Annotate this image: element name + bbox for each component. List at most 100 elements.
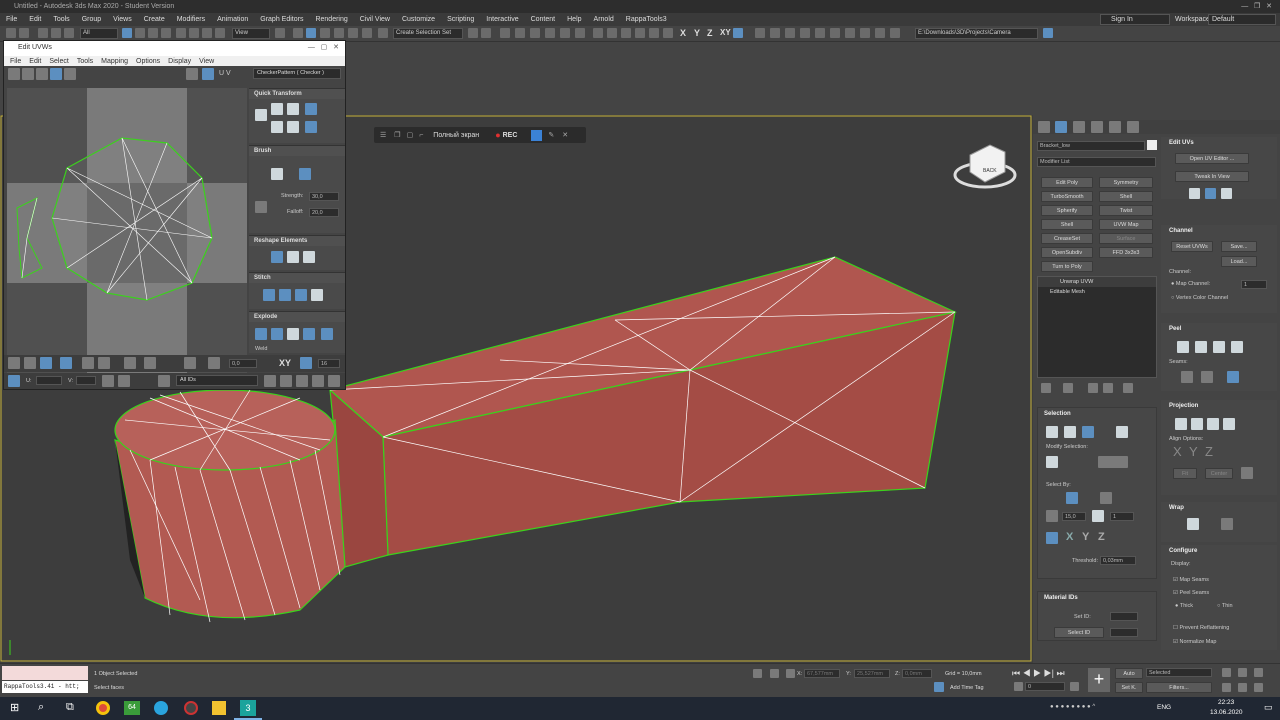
quick-transform-title[interactable]: Quick Transform [249,89,345,99]
unfold-strip-icon[interactable] [1221,518,1233,530]
reset-peel-icon[interactable] [1213,341,1225,353]
select-id-button[interactable]: Select ID [1054,627,1104,638]
graphite-icon-5[interactable] [815,28,825,38]
sel-edge-icon[interactable] [1064,426,1076,438]
menu-create[interactable]: Create [144,16,165,23]
map-channel-radio[interactable]: ● Map Channel: [1171,281,1210,287]
uv-menu-display[interactable]: Display [168,58,191,65]
mod-uvw-map[interactable]: UVW Map [1099,219,1153,230]
reset-uvws-button[interactable]: Reset UVWs [1171,241,1213,252]
relax-icon[interactable] [287,251,299,263]
curve-editor-icon[interactable] [545,28,555,38]
uv-menu-edit[interactable]: Edit [29,58,41,65]
z-coord[interactable]: 0,0mm [902,669,932,678]
viewcube-icon[interactable] [969,144,1006,183]
uv-menu-file[interactable]: File [10,58,21,65]
spline-mapping-icon[interactable] [1187,518,1199,530]
undo-icon[interactable] [6,28,16,38]
schematic-icon[interactable] [560,28,570,38]
cylindrical-map-icon[interactable] [1191,418,1203,430]
arnold-icon[interactable] [663,28,673,38]
u-spinner[interactable] [36,376,62,385]
menu-scripting[interactable]: Scripting [447,16,474,23]
mod-turbosmooth[interactable]: TurboSmooth [1041,191,1093,202]
add-time-tag[interactable]: Add Time Tag [950,685,984,691]
select-by-island-icon[interactable] [1100,492,1112,504]
motion-tab-icon[interactable] [1091,121,1103,133]
projection-title[interactable]: Projection [1169,403,1198,409]
graphite-icon-2[interactable] [770,28,780,38]
face-mode-icon[interactable] [40,357,52,369]
configure-title[interactable]: Configure [1169,548,1197,554]
stitch-title[interactable]: Stitch [249,273,345,283]
brush-line-icon[interactable] [255,201,267,213]
ids-dropdown[interactable]: All IDs [176,375,258,386]
straighten-icon[interactable] [271,251,283,263]
map-channel-spinner[interactable]: 1 [1241,280,1267,289]
uv-canvas[interactable] [7,88,247,388]
axis-xy[interactable]: XY [720,28,731,37]
percent-snap-icon[interactable] [348,28,358,38]
mirror-select-icon[interactable] [1046,532,1058,544]
mod-opensubdiv[interactable]: OpenSubdiv [1041,247,1093,258]
grow-shrink-icon[interactable] [1046,456,1058,468]
planar-angle-icon[interactable] [1046,510,1058,522]
lock-icon[interactable] [102,375,114,387]
zoom-view-icon[interactable] [1222,668,1231,677]
sel-axis-x[interactable]: X [1066,531,1073,543]
axis-x[interactable]: X [680,28,686,38]
mod-surface[interactable]: Surface [1099,233,1153,244]
window-icon[interactable]: ❐ [394,131,400,139]
align-y[interactable]: Y [1189,444,1198,459]
quick-peel-icon[interactable] [1177,341,1189,353]
angle-spinner[interactable]: 15,0 [1062,512,1086,521]
sel-element-icon[interactable] [1116,426,1128,438]
explode-break-icon[interactable] [255,328,267,340]
explode-title[interactable]: Explode [249,312,345,322]
tweak-mode-1-icon[interactable] [1189,188,1200,199]
tweak-mode-2-icon[interactable] [1205,188,1216,199]
script-output[interactable]: RappaTools3.41 - htt; [2,681,88,693]
tweak-in-view-button[interactable]: Tweak In View [1175,171,1249,182]
menu-customize[interactable]: Customize [402,16,435,23]
qt-distribute-icon[interactable] [287,103,299,115]
qt-rotate-ccw-icon[interactable] [305,121,317,133]
cursor-tool-icon[interactable] [531,129,543,141]
uv-window-controls[interactable]: — ▢ ✕ [308,43,339,51]
auto-key-button[interactable]: Auto [1115,668,1143,679]
time-tag-icon[interactable] [934,682,944,692]
reset-projection-icon[interactable] [1241,467,1253,479]
sel-vertex-icon[interactable] [1046,426,1058,438]
uv-label[interactable]: U V [219,70,231,77]
mod-ffd[interactable]: FFD 3x3x3 [1099,247,1153,258]
make-unique-icon[interactable] [1088,383,1098,393]
menu-graph-editors[interactable]: Graph Editors [260,16,303,23]
stitch-target-icon[interactable] [279,289,291,301]
search-icon[interactable]: ⌕ [38,701,44,714]
graphite-icon-1[interactable] [755,28,765,38]
menu-edit[interactable]: Edit [29,16,41,23]
object-name-field[interactable]: Bracket_low [1037,141,1145,151]
set-key-icon[interactable]: + [1088,668,1110,692]
stack-unwrap-uvw[interactable]: Unwrap UVW [1038,277,1156,287]
notifications-icon[interactable]: ▭ [1264,702,1273,713]
set-key-button[interactable]: Set K. [1115,682,1143,693]
named-selection-dropdown[interactable]: Create Selection Set [393,28,463,39]
menu-tools[interactable]: Tools [53,16,69,23]
stack-editable-mesh[interactable]: Editable Mesh [1038,287,1156,297]
create-tab-icon[interactable] [1038,121,1050,133]
angle-snap-icon[interactable] [334,28,344,38]
brush-title[interactable]: Brush [249,146,345,156]
fov-icon[interactable] [1222,683,1231,692]
scene-explorer-icon[interactable] [500,28,510,38]
modify-tab-icon[interactable] [1055,121,1067,133]
uv-grid-icon[interactable] [202,68,214,80]
close-icon[interactable]: ✕ [562,131,568,139]
maxscript-listener-mini[interactable] [2,666,88,680]
warning-icon[interactable] [118,375,130,387]
render-setup-icon[interactable] [593,28,603,38]
telegram-icon[interactable] [154,701,168,715]
material-editor-icon[interactable] [575,28,585,38]
pin-stack-icon[interactable] [1041,383,1051,393]
uv-count-spinner[interactable]: 16 [318,359,340,368]
